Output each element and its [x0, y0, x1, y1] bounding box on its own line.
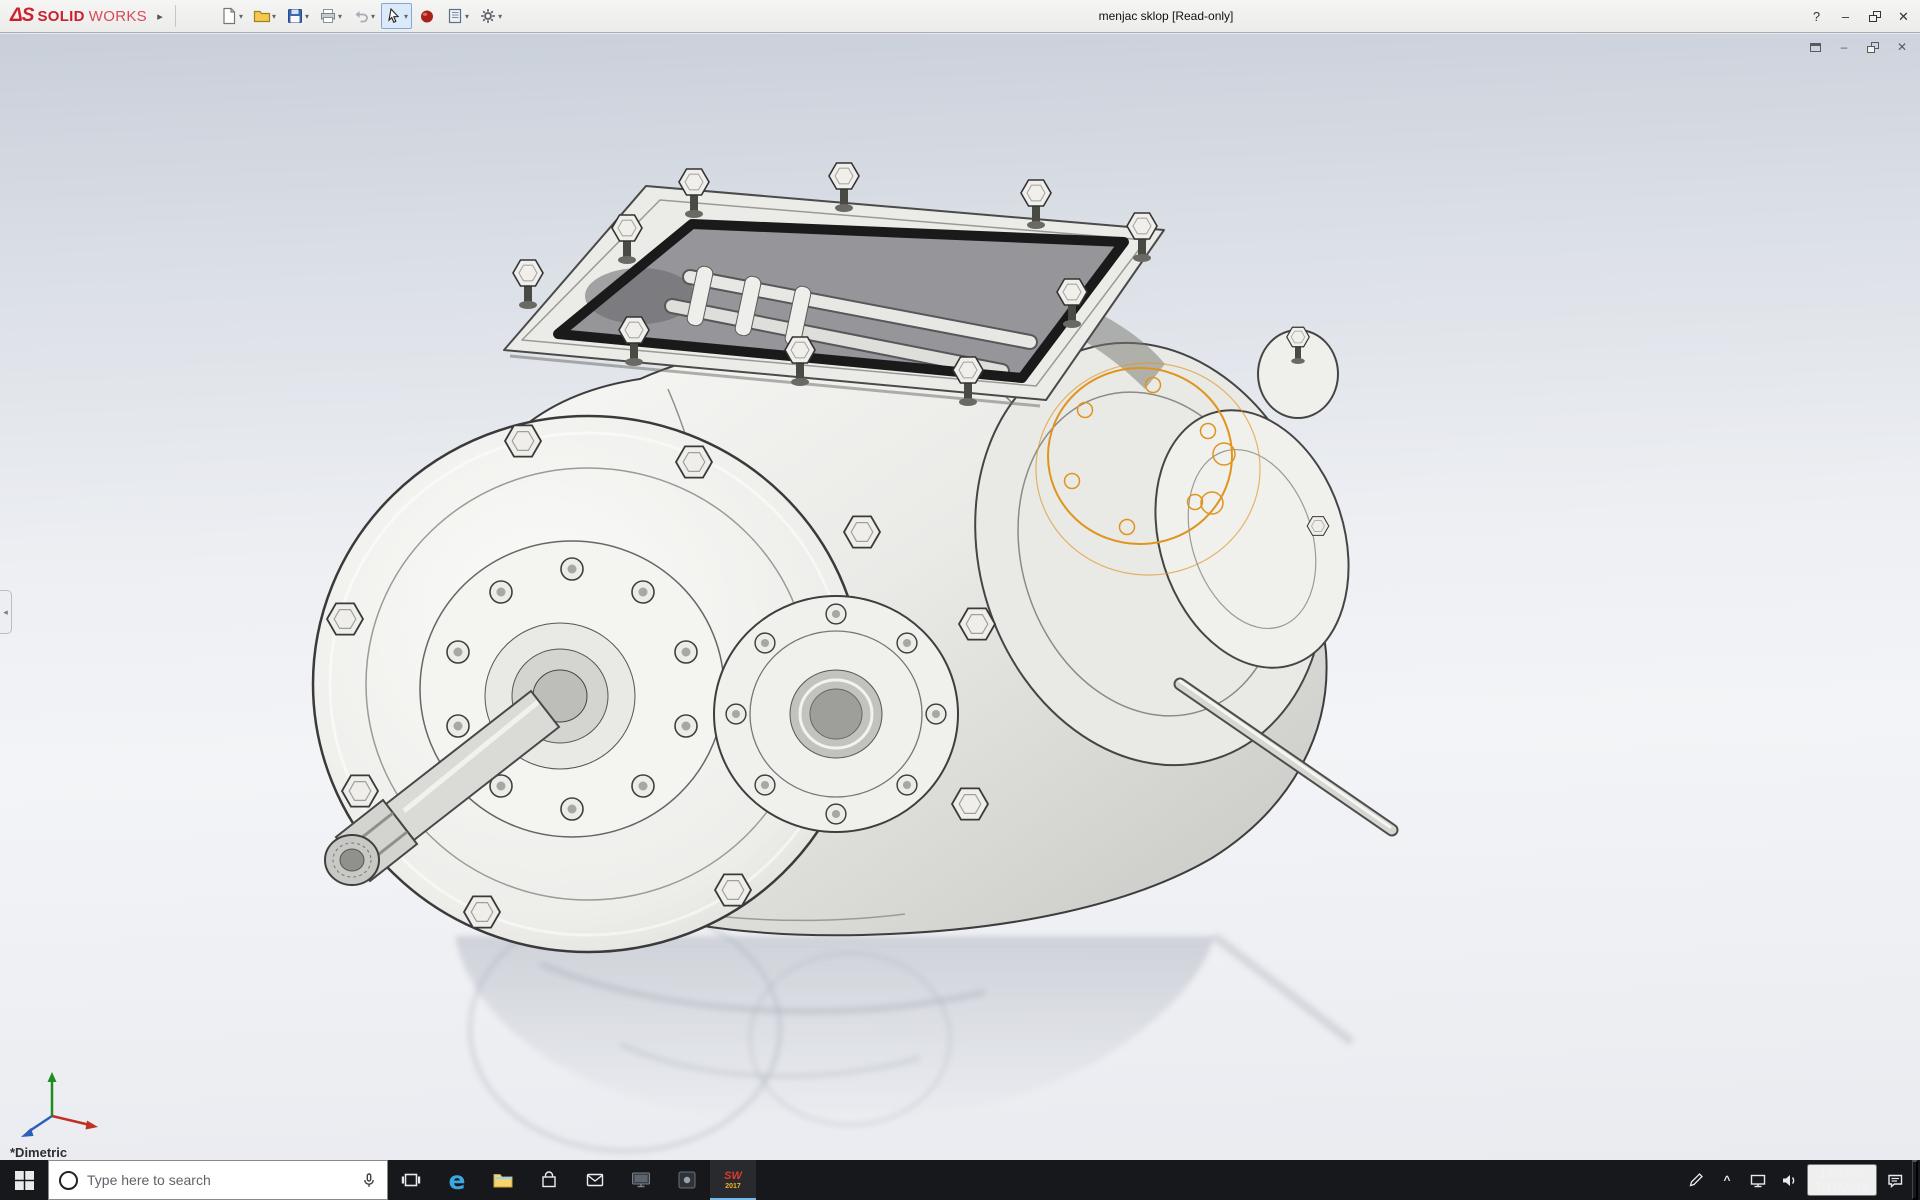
- save-icon: [286, 7, 304, 25]
- collapse-left-icon: ◂: [3, 607, 8, 618]
- cursor-select-icon: [385, 7, 403, 25]
- caret-down-icon: ▾: [305, 12, 309, 21]
- close-button[interactable]: ✕: [1889, 0, 1918, 33]
- menu-flyout-button[interactable]: ▸: [151, 3, 169, 29]
- second-flange[interactable]: [714, 596, 958, 832]
- cortana-icon: [59, 1171, 78, 1190]
- network-icon: [1749, 1171, 1767, 1189]
- network-tray-button[interactable]: [1745, 1160, 1772, 1200]
- brand-name-light: WORKS: [89, 8, 147, 25]
- folder-icon: [492, 1169, 514, 1191]
- top-cover[interactable]: [504, 163, 1164, 406]
- monitor-app-button[interactable]: [618, 1160, 664, 1200]
- restore-button[interactable]: [1860, 0, 1889, 33]
- caret-down-icon: ▾: [371, 12, 375, 21]
- caret-down-icon: ▾: [272, 12, 276, 21]
- caret-down-icon: ▾: [465, 12, 469, 21]
- notification-icon: [1886, 1171, 1904, 1189]
- chevron-up-icon: ^: [1723, 1173, 1730, 1187]
- brand-name-bold: SOLID: [37, 8, 84, 25]
- system-tray: ^ 1:03 PM 7/11/2018: [1683, 1160, 1920, 1200]
- doc-minimize-button[interactable]: –: [1834, 38, 1854, 56]
- undo-button[interactable]: ▾: [348, 3, 379, 29]
- options-button[interactable]: ▾: [475, 3, 506, 29]
- task-view-button[interactable]: [388, 1160, 434, 1200]
- open-button[interactable]: ▾: [249, 3, 280, 29]
- orientation-triad: [21, 1072, 98, 1137]
- new-document-icon: [220, 7, 238, 25]
- undo-icon: [352, 7, 370, 25]
- open-folder-icon: [253, 7, 271, 25]
- toolbar-separator: [175, 5, 176, 27]
- taskbar-search-box[interactable]: [48, 1160, 388, 1200]
- dark-tile-app-button[interactable]: [664, 1160, 710, 1200]
- pen-icon: [1687, 1171, 1705, 1189]
- caret-down-icon: ▾: [338, 12, 342, 21]
- caret-down-icon: ▾: [404, 12, 408, 21]
- show-desktop-button[interactable]: [1912, 1160, 1918, 1200]
- sw-tile-year: 2017: [725, 1183, 741, 1190]
- document-window-controls: – ✕: [1805, 38, 1912, 56]
- start-button[interactable]: [0, 1160, 48, 1200]
- hidden-icons-button[interactable]: ^: [1714, 1160, 1741, 1200]
- gearbox-model[interactable]: [313, 163, 1392, 952]
- monitor-app-icon: [630, 1169, 652, 1191]
- edge-button[interactable]: e: [434, 1160, 480, 1200]
- window-title: menjac sklop [Read-only]: [1099, 0, 1234, 33]
- featuremanager-collapse-tab[interactable]: ◂: [0, 590, 12, 634]
- window-controls: ? – ✕: [1802, 0, 1918, 33]
- envelope-icon: [585, 1170, 605, 1190]
- view-orientation-label: *Dimetric: [10, 1145, 67, 1160]
- window-icon: [1810, 43, 1821, 52]
- appearance-button[interactable]: [414, 3, 440, 29]
- print-button[interactable]: ▾: [315, 3, 346, 29]
- ds-logo-icon: ΔS: [10, 5, 33, 27]
- microphone-icon[interactable]: [361, 1172, 377, 1188]
- windows-taskbar: e SW 2017 ^ 1:03 PM 7/11/2018: [0, 1160, 1920, 1200]
- edge-icon: e: [449, 1168, 466, 1193]
- flyout-arrow-icon: ▸: [157, 11, 163, 23]
- search-input[interactable]: [87, 1172, 352, 1188]
- taskbar-clock[interactable]: 1:03 PM 7/11/2018: [1807, 1164, 1878, 1196]
- titlebar: ΔS SOLID WORKS ▸ ▾ ▾ ▾ ▾ ▾ ▾: [0, 0, 1920, 33]
- windows-ink-button[interactable]: [1683, 1160, 1710, 1200]
- solidworks-taskbar-button[interactable]: SW 2017: [710, 1160, 756, 1200]
- speaker-icon: [1780, 1171, 1798, 1189]
- graphics-area[interactable]: – ✕ ◂ *Dimetric: [0, 34, 1920, 1160]
- save-button[interactable]: ▾: [282, 3, 313, 29]
- quick-access-toolbar: ▾ ▾ ▾ ▾ ▾ ▾ ▾ ▾: [216, 3, 506, 29]
- restore-icon: [1869, 11, 1881, 22]
- red-sphere-icon: [418, 7, 436, 25]
- doc-restore-icon: [1867, 42, 1879, 53]
- clock-time: 1:03 PM: [1819, 1166, 1864, 1180]
- mail-button[interactable]: [572, 1160, 618, 1200]
- select-tool-button[interactable]: ▾: [381, 3, 412, 29]
- report-book-icon: [446, 7, 464, 25]
- design-binder-button[interactable]: ▾: [442, 3, 473, 29]
- windows-logo-icon: [15, 1171, 34, 1190]
- minimize-button[interactable]: –: [1831, 0, 1860, 33]
- sw-tile-letters: SW: [724, 1171, 742, 1182]
- action-center-button[interactable]: [1881, 1160, 1908, 1200]
- store-bag-icon: [539, 1170, 559, 1190]
- new-document-button[interactable]: ▾: [216, 3, 247, 29]
- print-icon: [319, 7, 337, 25]
- clock-date: 7/11/2018: [1816, 1180, 1869, 1194]
- dark-tile-app-icon: [676, 1169, 698, 1191]
- gear-icon: [479, 7, 497, 25]
- doc-restore-button[interactable]: [1863, 38, 1883, 56]
- solidworks-app-icon: SW 2017: [724, 1171, 742, 1190]
- gearbox-3d-view[interactable]: [0, 34, 1920, 1160]
- file-explorer-button[interactable]: [480, 1160, 526, 1200]
- task-view-icon: [401, 1170, 421, 1190]
- solidworks-logo: ΔS SOLID WORKS: [0, 5, 151, 27]
- caret-down-icon: ▾: [239, 12, 243, 21]
- volume-tray-button[interactable]: [1776, 1160, 1803, 1200]
- doc-close-button[interactable]: ✕: [1892, 38, 1912, 56]
- help-button[interactable]: ?: [1802, 0, 1831, 33]
- doc-window-icon-button[interactable]: [1805, 38, 1825, 56]
- caret-down-icon: ▾: [498, 12, 502, 21]
- store-button[interactable]: [526, 1160, 572, 1200]
